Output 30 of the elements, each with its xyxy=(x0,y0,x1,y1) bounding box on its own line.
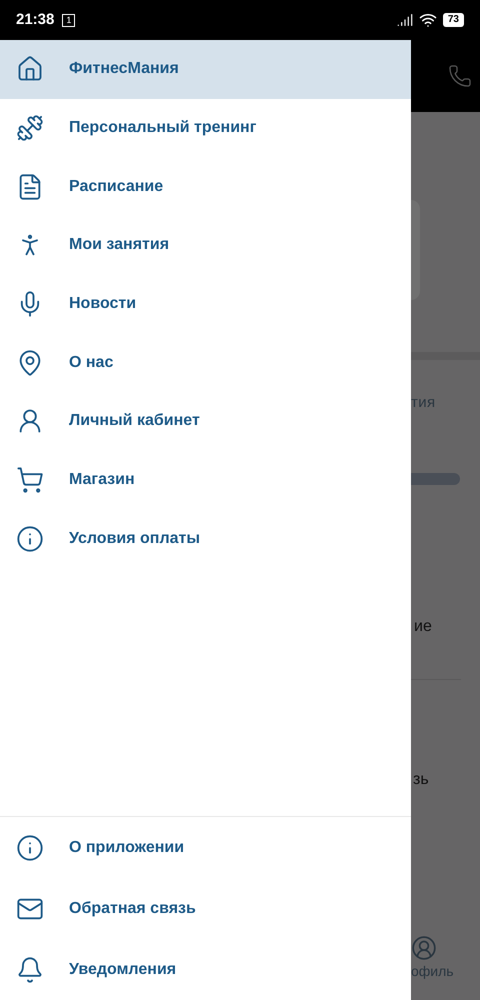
menu-label: Мои занятия xyxy=(69,235,170,256)
notification-icon: 1 xyxy=(62,14,76,26)
menu-label: Расписание xyxy=(69,176,164,197)
menu-label: Уведомления xyxy=(69,960,176,980)
text-fragment: ие xyxy=(414,616,433,636)
signal-icon xyxy=(396,12,413,28)
profile-icon xyxy=(411,935,437,961)
menu-label: Условия оплаты xyxy=(69,528,200,549)
phone-icon xyxy=(448,64,472,88)
info-icon xyxy=(16,834,44,862)
info-icon xyxy=(16,524,44,553)
menu-label: Новости xyxy=(69,294,136,314)
dumbbell-icon xyxy=(16,114,44,142)
menu-label: О нас xyxy=(69,352,114,373)
clock: 21:38 xyxy=(16,10,54,30)
menu-label: ФитнесМания xyxy=(69,59,179,80)
menu-label: Обратная связь xyxy=(69,898,196,918)
content-placeholder xyxy=(411,472,460,484)
section-heading: тия xyxy=(411,393,436,413)
menu-label: Магазин xyxy=(69,470,135,490)
wifi-icon xyxy=(418,11,437,29)
menu-label: Персональный тренинг xyxy=(69,118,256,138)
bell-icon xyxy=(16,956,44,984)
battery-indicator: 73 xyxy=(442,13,464,27)
house-icon xyxy=(16,55,44,84)
text-fragment: зь xyxy=(413,770,430,790)
menu-label: О приложении xyxy=(69,838,184,858)
menu-item[interactable]: ФитнесМания xyxy=(0,40,411,99)
cart-icon xyxy=(16,466,44,494)
menu-label: Личный кабинет xyxy=(69,411,200,432)
